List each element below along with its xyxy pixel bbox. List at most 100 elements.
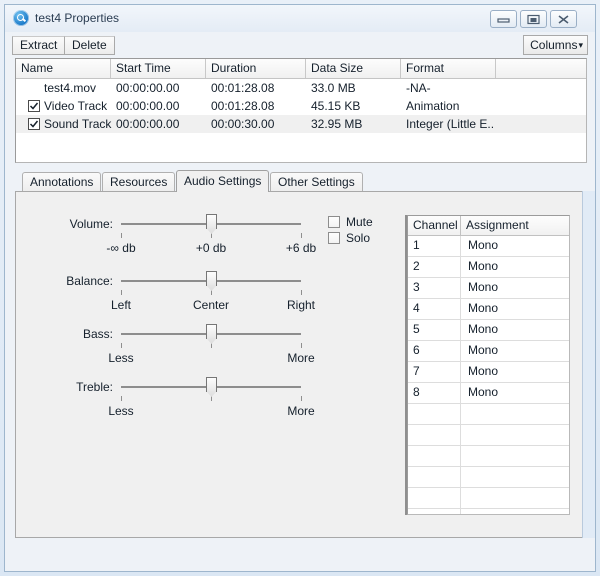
- slider-caption: Less: [108, 404, 134, 418]
- channel-row[interactable]: 6 Mono: [408, 341, 569, 362]
- channel-assignment[interactable]: Mono: [461, 362, 569, 382]
- channel-assignment[interactable]: Mono: [461, 383, 569, 403]
- channel-row[interactable]: 8 Mono: [408, 383, 569, 404]
- track-format: Integer (Little E...: [406, 117, 495, 131]
- channel-row[interactable]: 1 Mono: [408, 236, 569, 257]
- table-row[interactable]: Video Track 00:00:00.00 00:01:28.08 45.15 K…: [16, 97, 586, 115]
- track-duration: 00:01:28.08: [211, 99, 275, 113]
- channel-number: [408, 446, 461, 466]
- close-icon: [558, 15, 569, 24]
- maximize-button[interactable]: [520, 10, 547, 28]
- slider-tick: [301, 396, 302, 401]
- slider-caption: +0 db: [195, 241, 227, 255]
- slider-label: Volume:: [69, 217, 113, 231]
- checkbox-box[interactable]: [328, 232, 340, 244]
- channel-assignment[interactable]: Mono: [461, 341, 569, 361]
- channel-assignment-table[interactable]: Channel Assignment 1 Mono 2 Mono 3 Mono 4 Mono 5…: [407, 215, 570, 515]
- channel-column-header[interactable]: Channel: [408, 216, 461, 235]
- channel-row[interactable]: 5 Mono: [408, 320, 569, 341]
- toolbar: Extract Delete Columns▾: [5, 32, 595, 57]
- slider-tick: [121, 290, 122, 295]
- tab-annotations[interactable]: Annotations: [22, 172, 102, 192]
- slider-caption: Right: [286, 298, 316, 312]
- track-data-size: 45.15 KB: [311, 99, 361, 113]
- checkbox-solo[interactable]: Solo: [328, 232, 370, 245]
- tab-strip: Annotations Resources Audio Settings Other …: [15, 170, 587, 192]
- pane-vertical-scrollbar[interactable]: [582, 191, 595, 538]
- chevron-down-icon: ▾: [578, 40, 583, 50]
- channel-number: [408, 467, 461, 487]
- channel-assignment[interactable]: [461, 404, 569, 424]
- channel-assignment[interactable]: Mono: [461, 257, 569, 277]
- channel-row[interactable]: 7 Mono: [408, 362, 569, 383]
- slider-tick: [121, 343, 122, 348]
- track-start-time: 00:00:00.00: [116, 81, 180, 95]
- channel-number: 4: [408, 299, 461, 319]
- tab-other-settings[interactable]: Other Settings: [270, 172, 363, 192]
- track-column-header[interactable]: [496, 59, 586, 78]
- checkbox-label: Mute: [346, 215, 373, 229]
- channel-assignment[interactable]: Mono: [461, 320, 569, 340]
- channel-assignment[interactable]: Mono: [461, 236, 569, 256]
- channel-number: 2: [408, 257, 461, 277]
- slider-thumb[interactable]: [206, 377, 217, 392]
- channel-number: [408, 509, 461, 514]
- properties-window: test4 Properties Extract Delete Columns▾…: [0, 0, 600, 576]
- check-icon: [29, 120, 39, 128]
- slider-caption: Left: [110, 298, 132, 312]
- quicktime-app-icon: [13, 10, 29, 26]
- channel-row[interactable]: [408, 404, 569, 425]
- slider-caption: More: [287, 404, 315, 418]
- track-column-header[interactable]: Name: [16, 59, 111, 78]
- channel-row[interactable]: [408, 509, 569, 514]
- channel-assignment[interactable]: [461, 488, 569, 508]
- slider-tick: [121, 233, 122, 238]
- channel-row[interactable]: [408, 446, 569, 467]
- track-start-time: 00:00:00.00: [116, 117, 180, 131]
- slider-thumb[interactable]: [206, 271, 217, 286]
- extract-button[interactable]: Extract: [12, 36, 66, 55]
- channel-assignment[interactable]: Mono: [461, 278, 569, 298]
- slider-thumb[interactable]: [206, 324, 217, 339]
- channel-row[interactable]: 3 Mono: [408, 278, 569, 299]
- channel-row[interactable]: 2 Mono: [408, 257, 569, 278]
- channel-assignment[interactable]: Mono: [461, 299, 569, 319]
- close-button[interactable]: [550, 10, 577, 28]
- columns-dropdown-button[interactable]: Columns▾: [523, 35, 588, 55]
- track-enabled-checkbox[interactable]: [28, 100, 40, 112]
- checkbox-box[interactable]: [328, 216, 340, 228]
- channel-number: [408, 425, 461, 445]
- channel-row[interactable]: [408, 488, 569, 509]
- track-start-time: 00:00:00.00: [116, 99, 180, 113]
- table-row[interactable]: test4.mov 00:00:00.00 00:01:28.08 33.0 MB -N…: [16, 79, 586, 97]
- track-column-header[interactable]: Duration: [206, 59, 306, 78]
- delete-button[interactable]: Delete: [64, 36, 115, 55]
- channel-number: 3: [408, 278, 461, 298]
- columns-dropdown-label: Columns: [530, 38, 578, 52]
- track-column-header[interactable]: Format: [401, 59, 496, 78]
- track-table[interactable]: Name Start Time Duration Data Size Format te…: [15, 58, 587, 163]
- tab-resources[interactable]: Resources: [102, 172, 176, 192]
- minimize-button[interactable]: [490, 10, 517, 28]
- tab-audio-settings[interactable]: Audio Settings: [176, 170, 270, 192]
- track-column-header[interactable]: Start Time: [111, 59, 206, 78]
- channel-assignment[interactable]: [461, 446, 569, 466]
- track-column-header[interactable]: Data Size: [306, 59, 401, 78]
- channel-row[interactable]: 4 Mono: [408, 299, 569, 320]
- channel-row[interactable]: [408, 425, 569, 446]
- channel-assignment[interactable]: [461, 467, 569, 487]
- track-data-size: 32.95 MB: [311, 117, 363, 131]
- channel-assignment[interactable]: [461, 425, 569, 445]
- channel-assignment[interactable]: [461, 509, 569, 514]
- assignment-column-header[interactable]: Assignment: [461, 216, 569, 235]
- track-duration: 00:01:28.08: [211, 81, 275, 95]
- track-duration: 00:00:30.00: [211, 117, 275, 131]
- checkbox-mute[interactable]: Mute: [328, 216, 373, 229]
- channel-table-header: Channel Assignment: [408, 216, 569, 236]
- slider-caption: +6 db: [285, 241, 317, 255]
- channel-row[interactable]: [408, 467, 569, 488]
- slider-tick: [301, 233, 302, 238]
- table-row[interactable]: Sound Track 00:00:00.00 00:00:30.00 32.95 M…: [16, 115, 586, 133]
- slider-thumb[interactable]: [206, 214, 217, 229]
- track-enabled-checkbox[interactable]: [28, 118, 40, 130]
